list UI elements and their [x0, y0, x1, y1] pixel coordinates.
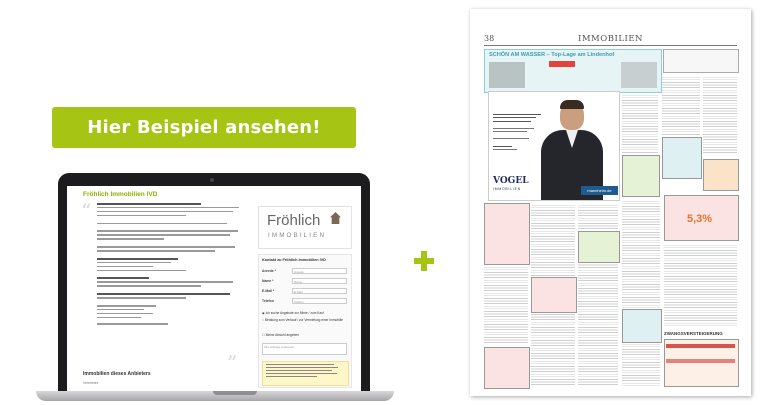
contact-form: Kontakt zu Fröhlich Immobilien IVD Anred… — [258, 254, 352, 388]
agent-brand: VOGEL — [493, 176, 529, 186]
banner-photo — [489, 62, 525, 88]
auction-bar-2 — [666, 359, 735, 363]
agent-hair — [560, 100, 584, 109]
laptop-mockup: Fröhlich Immobilien IVD “ ” Immobilien d… — [58, 173, 370, 394]
auction-bar — [666, 344, 735, 348]
classified-ad — [484, 347, 530, 389]
agent-advertisement: VOGEL IMMOBILIEN mannheim.de — [488, 91, 620, 201]
salutation-label: Anrede * — [262, 269, 276, 273]
text-column — [664, 243, 737, 327]
house-icon — [330, 212, 341, 224]
newspaper-page[interactable]: 38 IMMOBILIEN SCHÖN AM WASSER – Top-Lage… — [470, 9, 751, 396]
header-rule — [484, 45, 737, 46]
rate-value: 5,3% — [687, 213, 713, 225]
intent-checkbox-label: Meine Absicht angeben — [265, 333, 299, 337]
banner-tag — [549, 61, 575, 67]
phone-field[interactable]: Telefon — [292, 298, 347, 304]
agent-badge: mannheim.de — [581, 186, 618, 195]
quote-open-icon: “ — [81, 199, 92, 223]
radio-search-offers-label: Ich suche Angebote zur Miete / zum Kauf — [265, 311, 324, 315]
text-column — [622, 93, 658, 153]
name-label: Name * — [262, 279, 274, 283]
classified-ad — [484, 203, 530, 265]
quote-close-icon: ” — [227, 351, 238, 375]
email-field[interactable]: E-Mail — [292, 288, 347, 294]
privacy-info-box — [262, 361, 349, 386]
intent-checkbox[interactable]: ☐ Meine Absicht angeben — [262, 333, 299, 337]
waterfront-banner-ad: SCHÖN AM WASSER – Top-Lage am Lindenhof — [484, 49, 662, 93]
page-title: Fröhlich Immobilien IVD — [83, 191, 158, 198]
rate-ad: 5,3% — [664, 195, 739, 241]
classified-ad — [622, 155, 660, 197]
classified-ad — [622, 309, 662, 343]
listing-status: Vermietet — [83, 381, 98, 385]
agent-brand-sub: IMMOBILIEN — [493, 187, 521, 191]
banner-photo-2 — [621, 62, 657, 88]
name-field[interactable]: Name — [292, 278, 347, 284]
small-ad-box — [663, 49, 739, 73]
message-textarea[interactable]: Ihre Anfrage (optional) — [262, 343, 347, 355]
laptop-base — [36, 391, 394, 401]
company-logo: Fröhlich IMMOBILIEN — [258, 206, 352, 249]
banner-title: SCHÖN AM WASSER – Top-Lage am Lindenhof — [489, 52, 615, 58]
radio-sales-advice[interactable]: ○ Beratung zum Verkauf / zur Vermietung … — [262, 318, 348, 322]
quote-text-block — [97, 203, 245, 327]
classified-ad — [703, 159, 739, 191]
ad-text-lines — [493, 114, 541, 152]
text-column — [484, 265, 528, 345]
radio-search-offers[interactable]: ◉ Ich suche Angebote zur Miete / zum Kau… — [262, 311, 324, 315]
phone-label: Telefon — [262, 299, 274, 303]
text-column — [662, 75, 700, 135]
classified-ad — [578, 231, 620, 263]
salutation-select[interactable]: Anrede — [292, 268, 347, 274]
plus-icon — [414, 251, 434, 271]
radio-sales-advice-label: Beratung zum Verkauf / zur Vermietung ei… — [264, 318, 343, 322]
contact-form-heading: Kontakt zu Fröhlich Immobilien IVD — [262, 258, 326, 262]
email-label: E-Mail * — [262, 289, 275, 293]
laptop-screen: Fröhlich Immobilien IVD “ ” Immobilien d… — [67, 186, 361, 391]
camera-icon — [210, 178, 214, 182]
text-column — [622, 199, 660, 387]
classified-ad — [531, 277, 577, 313]
newspaper-section-heading: IMMOBILIEN — [578, 34, 643, 44]
logo-subtitle: IMMOBILIEN — [268, 232, 327, 239]
text-column — [703, 75, 737, 155]
auction-heading: ZWANGSVERSTEIGERUNG — [664, 331, 723, 336]
view-example-button[interactable]: Hier Beispiel ansehen! — [52, 107, 356, 148]
logo-name: Fröhlich — [267, 212, 321, 229]
laptop-notch — [213, 391, 257, 395]
classified-ad — [662, 137, 702, 179]
section-title: Immobilien dieses Anbieters — [83, 371, 151, 377]
